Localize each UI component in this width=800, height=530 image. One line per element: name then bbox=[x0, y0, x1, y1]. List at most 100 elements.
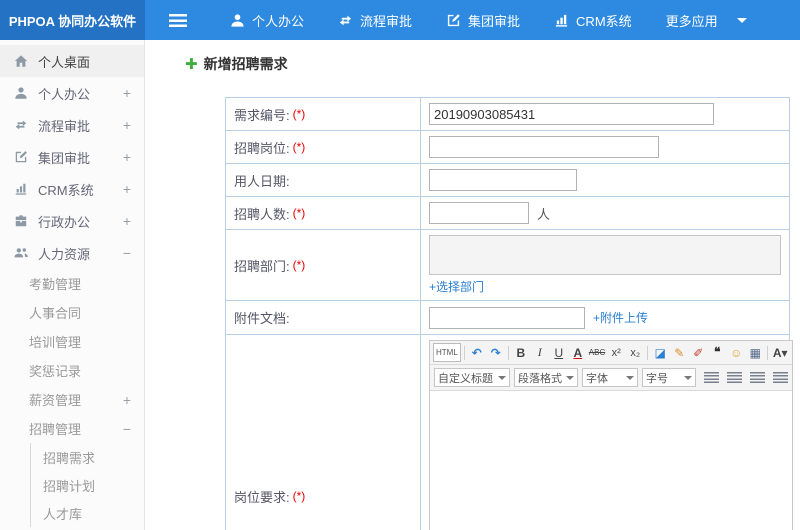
nav-personal-office[interactable]: 个人办公 bbox=[213, 0, 321, 40]
field-label: 招聘岗位: (*) bbox=[226, 131, 421, 163]
font-family-dropdown[interactable]: 字体 bbox=[582, 368, 638, 387]
main-layout: 个人桌面 个人办公 + 流程审批 + 集团审批 + CRM系统 + 行政办公 +… bbox=[0, 40, 800, 530]
sidebar-item-process-approval[interactable]: 流程审批 + bbox=[0, 109, 144, 141]
sidebar-item-human-resources[interactable]: 人力资源 − bbox=[0, 237, 144, 269]
caret-down-icon bbox=[626, 375, 634, 384]
format-painter-button[interactable]: ✎ bbox=[670, 343, 688, 362]
eraser-button[interactable]: ◪ bbox=[651, 343, 669, 362]
sidebar-item-salary-management[interactable]: 薪资管理 + bbox=[0, 385, 144, 414]
sidebar-item-label: 人才库 bbox=[43, 506, 83, 522]
edit-icon bbox=[446, 13, 461, 28]
sidebar-item-personal-office[interactable]: 个人办公 + bbox=[0, 77, 144, 109]
expand-icon[interactable]: + bbox=[123, 213, 131, 229]
sidebar-item-reward-punishment[interactable]: 奖惩记录 bbox=[0, 356, 144, 385]
subscript-button[interactable]: x₂ bbox=[626, 343, 644, 362]
expand-icon[interactable]: + bbox=[123, 117, 131, 133]
font-color-button[interactable]: A bbox=[569, 343, 587, 362]
blockquote-button[interactable]: ❝ bbox=[708, 343, 726, 362]
sidebar-item-admin-office[interactable]: 行政办公 + bbox=[0, 205, 144, 237]
expand-icon[interactable]: + bbox=[123, 149, 131, 165]
expand-icon[interactable]: + bbox=[123, 392, 131, 408]
sidebar-item-attendance-management[interactable]: 考勤管理 bbox=[0, 269, 144, 298]
select-department-link[interactable]: +选择部门 bbox=[429, 278, 484, 295]
superscript-button[interactable]: x² bbox=[607, 343, 625, 362]
toolbar-separator bbox=[767, 345, 769, 360]
sidebar-item-recruitment-demand[interactable]: 招聘需求 bbox=[31, 443, 144, 471]
sidebar-item-talent-pool[interactable]: 人才库 bbox=[31, 499, 144, 527]
expand-icon[interactable]: + bbox=[123, 181, 131, 197]
emoticon-button[interactable]: ☺ bbox=[727, 343, 745, 362]
label-text: 招聘人数: bbox=[234, 206, 290, 222]
required-mark: (*) bbox=[292, 258, 306, 272]
add-icon: ✚ bbox=[185, 55, 198, 73]
align-right-icon[interactable] bbox=[750, 372, 765, 383]
custom-heading-dropdown[interactable]: 自定义标题 bbox=[434, 368, 510, 387]
nav-group-approval[interactable]: 集团审批 bbox=[429, 0, 537, 40]
nav-process-approval[interactable]: 流程审批 bbox=[321, 0, 429, 40]
caret-down-icon[interactable] bbox=[736, 17, 747, 28]
demand-number-input[interactable] bbox=[429, 103, 714, 125]
sidebar-item-label: 招聘需求 bbox=[43, 450, 96, 466]
hire-date-input[interactable] bbox=[429, 169, 577, 191]
sidebar-item-personal-desktop[interactable]: 个人桌面 bbox=[0, 45, 144, 77]
required-mark: (*) bbox=[292, 206, 306, 220]
hamburger-icon bbox=[169, 13, 187, 27]
field-value bbox=[421, 98, 789, 130]
form-row-department: 招聘部门: (*) +选择部门 bbox=[226, 230, 789, 301]
department-textarea[interactable] bbox=[429, 235, 781, 275]
marker-button[interactable]: ✐ bbox=[689, 343, 707, 362]
bold-button[interactable]: B bbox=[512, 343, 530, 362]
strikethrough-button[interactable]: ABC bbox=[588, 343, 606, 362]
menu-toggle-button[interactable] bbox=[155, 0, 201, 40]
sidebar-item-recruitment-management[interactable]: 招聘管理 − bbox=[0, 414, 144, 443]
nav-more-apps[interactable]: 更多应用 bbox=[649, 0, 735, 40]
label-text: 岗位要求: bbox=[234, 489, 290, 505]
chart-icon bbox=[14, 182, 30, 196]
text-color-button[interactable]: A▾ bbox=[771, 343, 789, 362]
align-justify-icon[interactable] bbox=[773, 372, 788, 383]
field-label: 招聘部门: (*) bbox=[226, 230, 421, 300]
paragraph-format-dropdown[interactable]: 段落格式 bbox=[514, 368, 578, 387]
expand-icon[interactable]: + bbox=[123, 85, 131, 101]
italic-button[interactable]: I bbox=[531, 343, 549, 362]
sidebar-item-label: 考勤管理 bbox=[29, 277, 82, 292]
briefcase-icon bbox=[14, 214, 30, 228]
editor-content-area[interactable] bbox=[430, 391, 793, 530]
nav-label: 个人办公 bbox=[252, 13, 305, 29]
label-text: 附件文档: bbox=[234, 311, 290, 326]
upload-attachment-link[interactable]: +附件上传 bbox=[593, 309, 648, 326]
font-size-dropdown[interactable]: 字号 bbox=[642, 368, 696, 387]
field-label: 需求编号: (*) bbox=[226, 98, 421, 130]
nav-crm-system[interactable]: CRM系统 bbox=[537, 0, 649, 40]
align-left-icon[interactable] bbox=[704, 372, 719, 383]
attachment-input[interactable] bbox=[429, 306, 585, 329]
redo-button[interactable]: ↷ bbox=[487, 343, 505, 362]
underline-button[interactable]: U bbox=[550, 343, 568, 362]
top-nav: 个人办公 流程审批 集团审批 CRM系统 更多应用 bbox=[213, 0, 747, 40]
sidebar-item-recruitment-plan[interactable]: 招聘计划 bbox=[31, 471, 144, 499]
sidebar-item-training-management[interactable]: 培训管理 bbox=[0, 327, 144, 356]
position-input[interactable] bbox=[429, 136, 659, 158]
sidebar-item-label: 人力资源 bbox=[38, 246, 91, 262]
dropdown-label: 自定义标题 bbox=[438, 372, 493, 385]
sidebar-item-personnel-contract[interactable]: 人事合同 bbox=[0, 298, 144, 327]
collapse-icon[interactable]: − bbox=[123, 421, 131, 437]
form-row-headcount: 招聘人数: (*) 人 bbox=[226, 197, 789, 230]
headcount-input[interactable] bbox=[429, 202, 529, 224]
field-value: +选择部门 bbox=[421, 230, 789, 300]
insert-table-button[interactable]: ▦ bbox=[746, 343, 764, 362]
sidebar-item-label: 培训管理 bbox=[29, 335, 82, 350]
align-center-icon[interactable] bbox=[727, 372, 742, 383]
html-source-button[interactable]: HTML bbox=[433, 343, 461, 362]
topbar: PHPOA 协同办公软件 个人办公 流程审批 集团审批 CRM系统 更多应用 bbox=[0, 0, 800, 40]
undo-button[interactable]: ↶ bbox=[468, 343, 486, 362]
sidebar-item-group-approval[interactable]: 集团审批 + bbox=[0, 141, 144, 173]
flow-icon bbox=[338, 13, 353, 28]
sidebar-item-crm-system[interactable]: CRM系统 + bbox=[0, 173, 144, 205]
collapse-icon[interactable]: − bbox=[123, 245, 131, 261]
sidebar-item-label: 招聘计划 bbox=[43, 478, 96, 494]
form-row-position: 招聘岗位: (*) bbox=[226, 131, 789, 164]
app-logo: PHPOA 协同办公软件 bbox=[0, 0, 145, 40]
user-icon bbox=[14, 86, 30, 100]
dropdown-label: 字体 bbox=[586, 372, 608, 385]
